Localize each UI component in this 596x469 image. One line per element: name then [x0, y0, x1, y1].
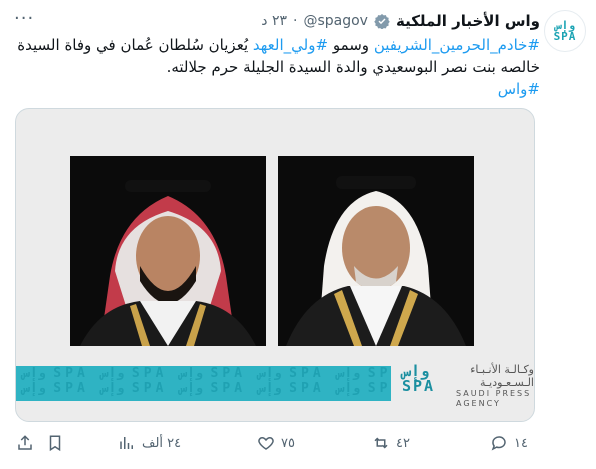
heart-icon [258, 436, 274, 450]
portrait-crown-prince [70, 156, 266, 346]
agency-name-arabic: وكـالـة الأنـبـاء الـسـعـوديـة [468, 363, 534, 389]
verified-badge-icon [374, 14, 390, 29]
handle[interactable]: @spagov [303, 13, 368, 29]
display-name[interactable]: واس الأخبار الملكية [396, 12, 540, 30]
brand-strip-text: وإس SPA وإس SPA وإس SPA وإس SPA وإس SPA … [22, 366, 391, 381]
brand-strip: وإس SPA وإس SPA وإس SPA وإس SPA وإس SPA … [16, 366, 391, 401]
timestamp[interactable]: ٢٣ د [261, 13, 287, 29]
portrait-custodian [278, 156, 474, 346]
likes-count: ٧٥ [281, 435, 295, 451]
agency-ar-line1: وكـالـة الأنـبـاء [470, 363, 534, 376]
repost-button[interactable]: ٤٢ [372, 431, 410, 455]
bookmark-button[interactable] [46, 431, 64, 455]
replies-count: ١٤ [514, 435, 528, 451]
spa-mark-line2: SPA [402, 377, 436, 395]
spa-logo-icon: وإس SPA [554, 20, 577, 42]
avatar-logo-line2: SPA [553, 30, 577, 43]
hashtag-crown-prince[interactable]: #ولي_العهد [253, 36, 328, 54]
agency-name-english: SAUDI PRESS AGENCY [456, 389, 534, 409]
hashtag-custodian[interactable]: #خادم_الحرمين_الشريفين [374, 36, 540, 54]
views-count: ٢٤ ألف [142, 435, 182, 451]
separator-dot: · [293, 13, 298, 29]
tweet-text: #خادم_الحرمين_الشريفين وسمو #ولي_العهد ي… [14, 34, 540, 100]
spa-brand-mark: وإس SPA [402, 364, 435, 394]
reply-icon [491, 436, 506, 451]
share-icon [18, 435, 32, 450]
hashtag-spa[interactable]: #واس [498, 80, 540, 98]
views-button[interactable]: ٢٤ ألف [118, 431, 181, 455]
views-chart-icon [120, 437, 133, 449]
repost-icon [374, 437, 388, 449]
agency-en-line1: SAUDI PRESS [456, 389, 532, 398]
agency-ar-line2: الـسـعـوديـة [480, 376, 534, 389]
avatar[interactable]: وإس SPA [544, 10, 586, 52]
like-button[interactable]: ٧٥ [257, 431, 295, 455]
tweet[interactable]: وإس SPA واس الأخبار الملكية @spagov · ٢٣… [0, 0, 596, 469]
reply-button[interactable]: ١٤ [490, 431, 528, 455]
tweet-image[interactable]: وإس SPA وإس SPA وإس SPA وإس SPA وإس SPA … [15, 108, 535, 422]
tweet-text-part1: وسمو [328, 36, 374, 54]
reposts-count: ٤٢ [396, 435, 410, 451]
tweet-header: واس الأخبار الملكية @spagov · ٢٣ د ··· [14, 8, 540, 32]
action-bar: ٢٤ ألف ٧٥ ٤٢ ١٤ [14, 431, 540, 455]
more-options-icon[interactable]: ··· [14, 8, 34, 29]
brand-strip-text-2: وإس SPA وإس SPA وإس SPA وإس SPA وإس SPA … [22, 381, 391, 396]
agency-en-line2: AGENCY [456, 399, 501, 408]
bookmark-icon [49, 435, 61, 452]
share-button[interactable] [16, 431, 34, 455]
